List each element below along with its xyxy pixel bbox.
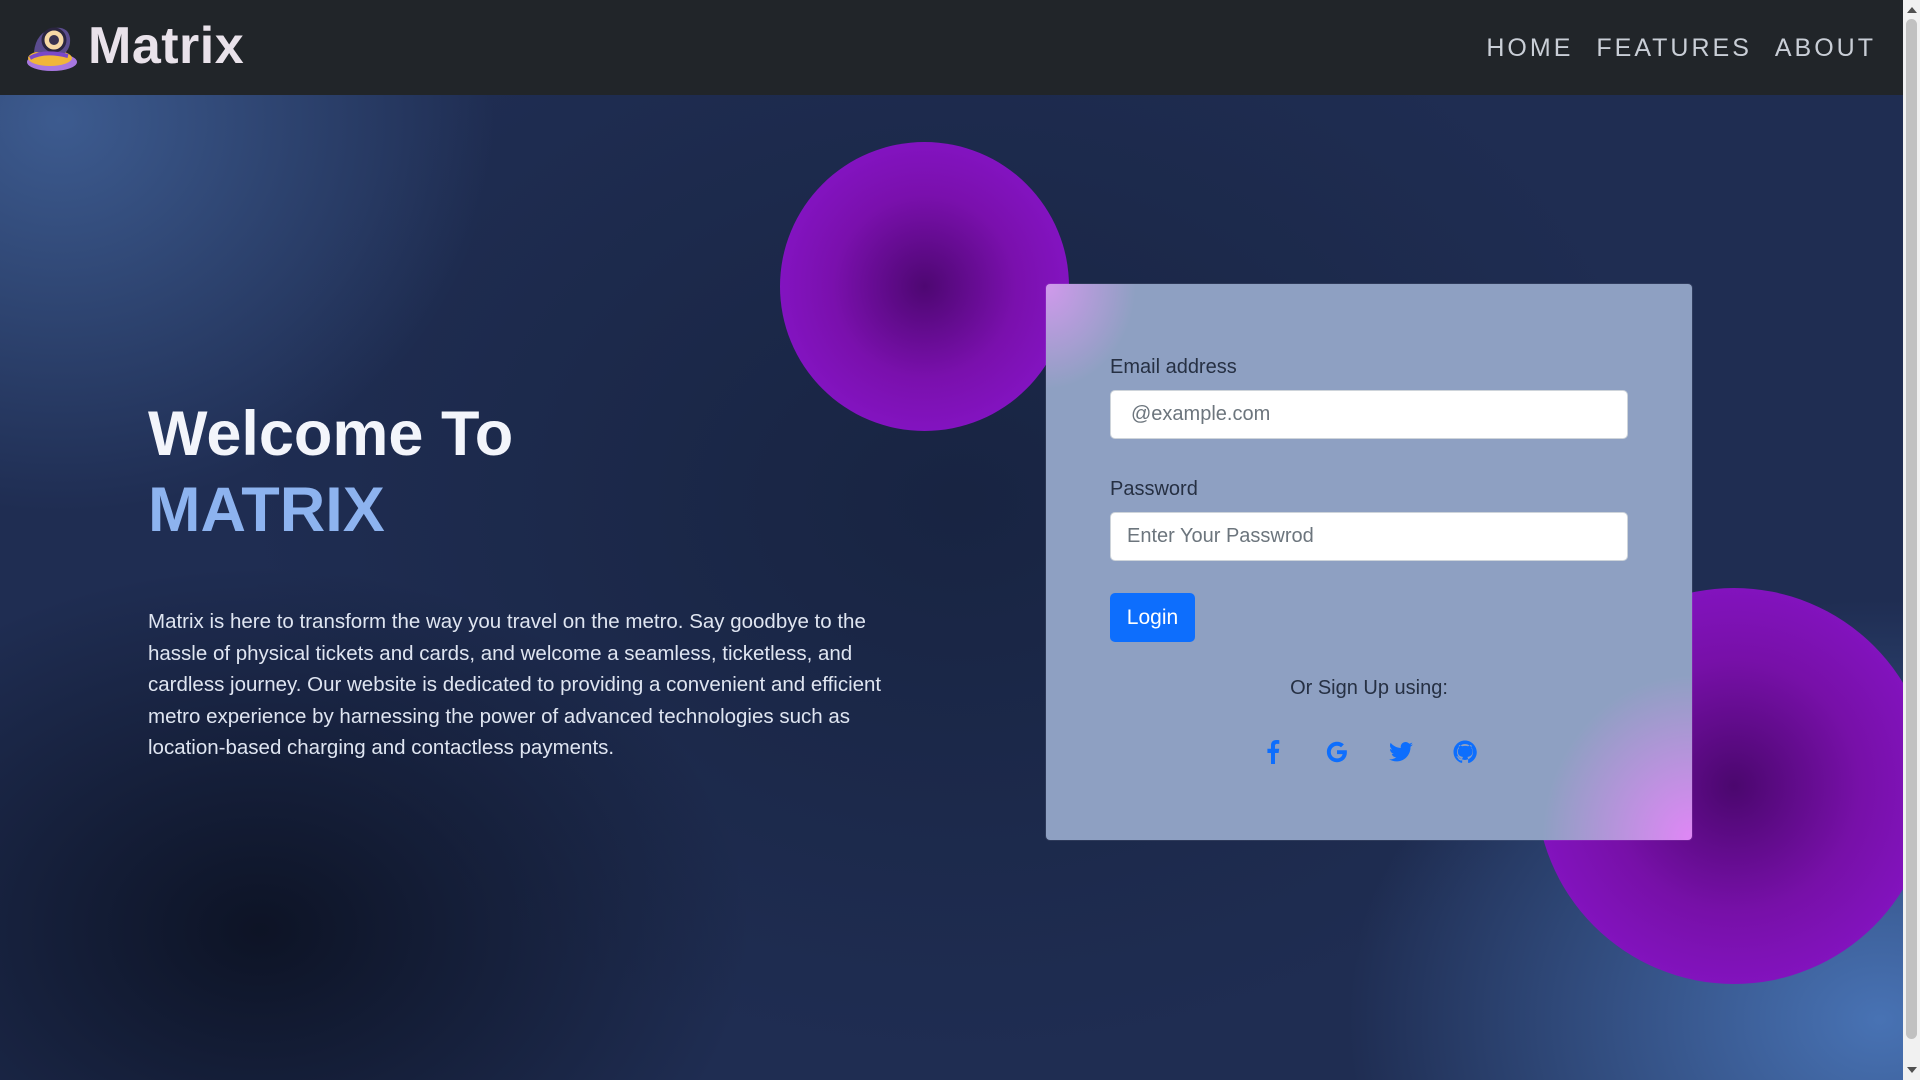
password-label: Password [1110,478,1198,500]
brand[interactable]: Matrix [24,14,244,78]
scroll-thumb[interactable] [1906,19,1917,1039]
nav-links: HOME FEATURES ABOUT [1486,32,1876,64]
brand-name: Matrix [88,17,245,75]
nav-link-about[interactable]: ABOUT [1775,32,1876,64]
twitter-icon[interactable] [1388,739,1414,765]
login-button[interactable]: Login [1110,593,1195,642]
hero-title-matrix: MATRIX [148,475,385,545]
vertical-scrollbar[interactable] [1903,0,1920,1080]
metro-train-logo-icon [27,27,77,71]
hero-heading: Welcome To MATRIX [148,396,908,548]
facebook-icon[interactable] [1260,739,1286,765]
hero-description: Matrix is here to transform the way you … [148,610,882,759]
login-card: Email address Password Login Or Sign Up … [1046,284,1692,840]
google-icon[interactable] [1324,739,1350,765]
signup-text: Or Sign Up using: [1290,677,1448,699]
github-icon[interactable] [1452,739,1478,765]
email-input[interactable] [1110,390,1628,439]
nav-link-home[interactable]: HOME [1486,32,1573,64]
email-label: Email address [1110,356,1237,378]
hero-title-welcome: Welcome To [148,399,514,469]
page: Matrix HOME FEATURES ABOUT Welcome To MA… [0,0,1903,1080]
password-input[interactable] [1110,512,1628,561]
scroll-down-arrow-icon[interactable] [1907,1067,1917,1073]
navbar: Matrix HOME FEATURES ABOUT [0,0,1903,95]
decorative-orb-top [780,142,1069,431]
scroll-up-arrow-icon[interactable] [1907,7,1917,13]
social-signup-icons [1046,739,1692,765]
nav-link-features[interactable]: FEATURES [1596,32,1752,64]
